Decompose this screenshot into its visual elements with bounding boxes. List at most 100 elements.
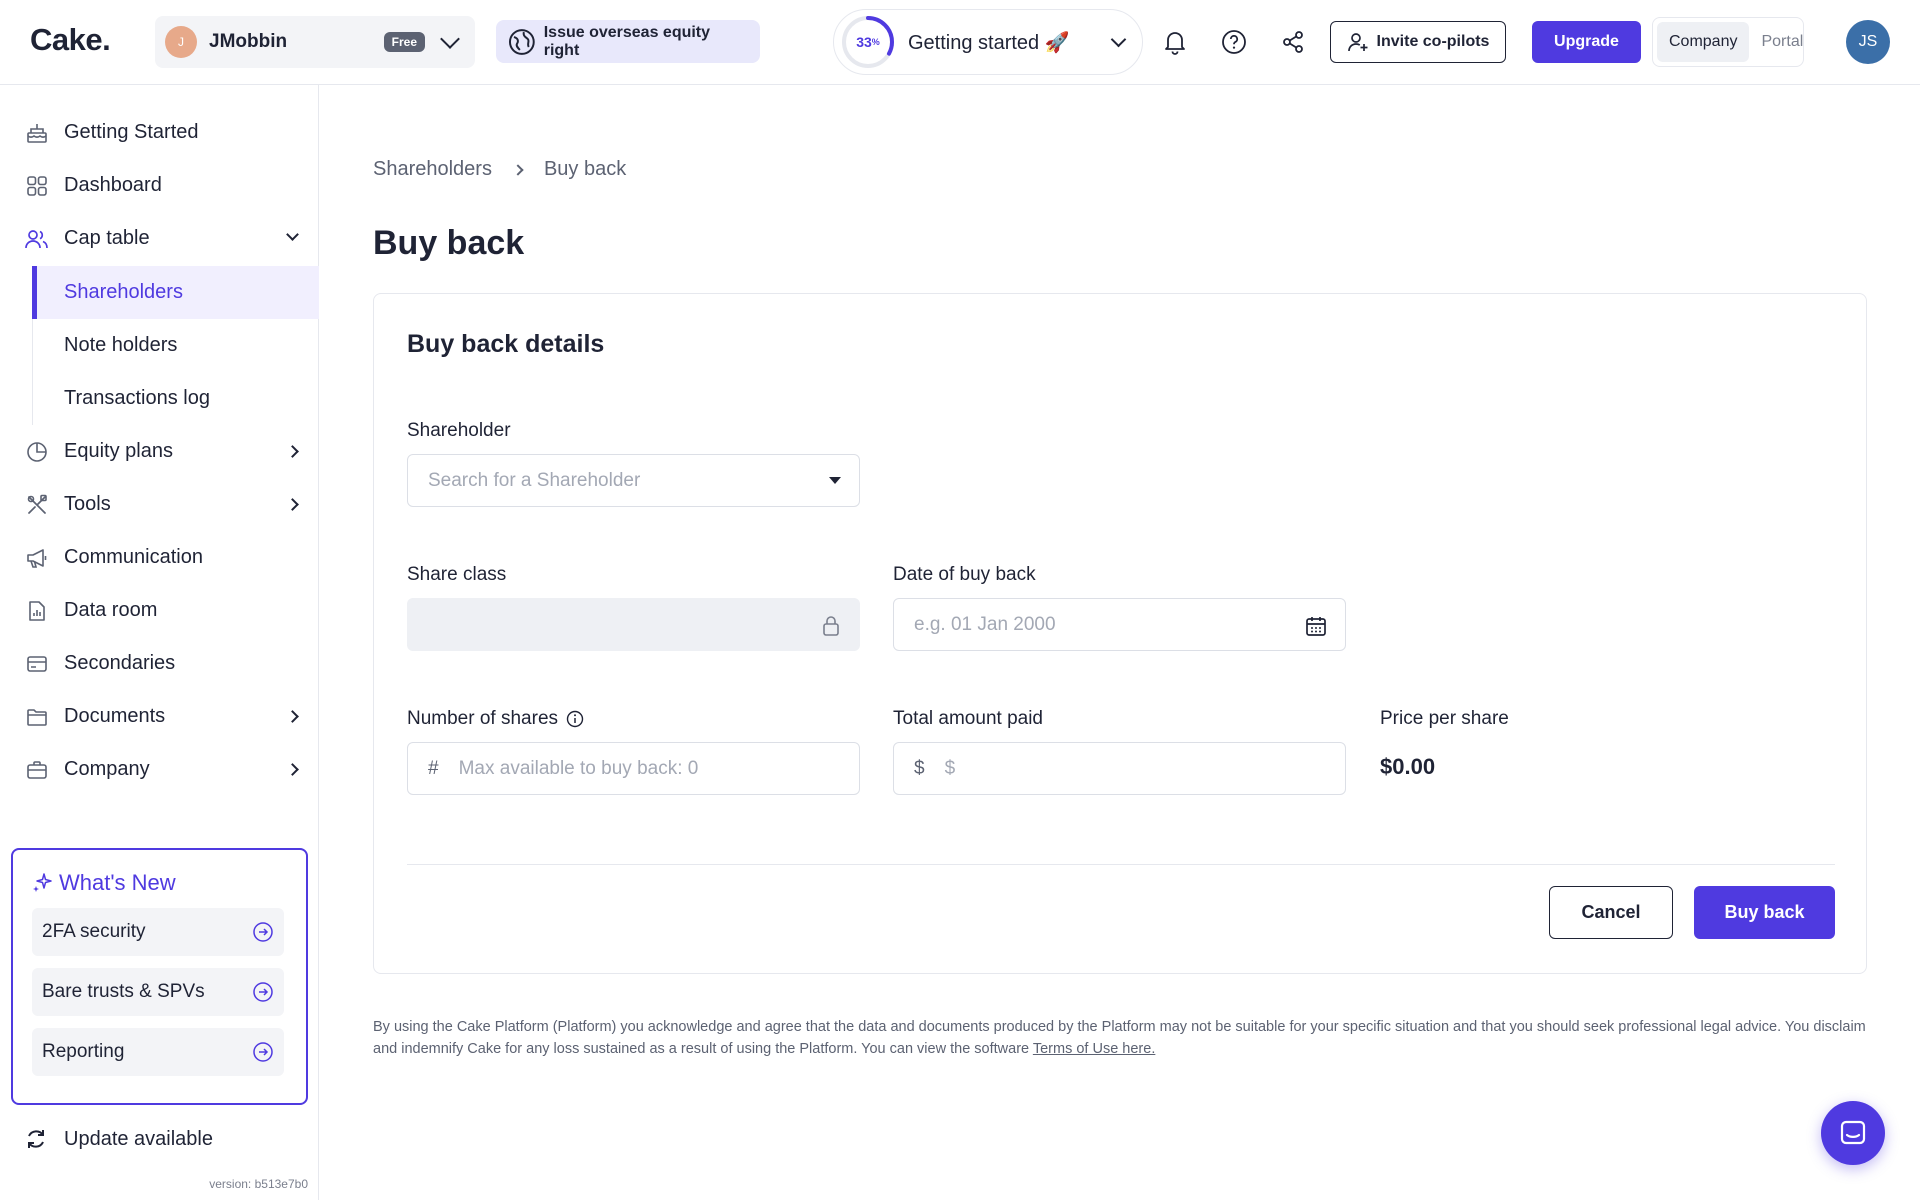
share-class-field	[407, 598, 860, 651]
amount-input[interactable]: $ $	[893, 742, 1346, 795]
progress-ring: 33%	[840, 14, 896, 70]
sidebar-item-label: Equity plans	[64, 440, 173, 462]
info-icon[interactable]	[566, 710, 584, 728]
whats-new-item[interactable]: Bare trusts & SPVs	[32, 968, 284, 1016]
buy-back-button[interactable]: Buy back	[1694, 886, 1835, 939]
progress-text: 33%	[856, 34, 880, 50]
megaphone-icon	[24, 545, 50, 571]
refresh-icon	[28, 1130, 44, 1148]
whats-new-item[interactable]: Reporting	[32, 1028, 284, 1076]
globe-icon	[508, 28, 535, 55]
chevron-right-icon	[512, 163, 524, 176]
breadcrumb-shareholders[interactable]: Shareholders	[373, 158, 492, 181]
sidebar-item-note-holders[interactable]: Note holders	[32, 319, 319, 372]
sidebar-item-label: Dashboard	[64, 174, 162, 196]
chevron-right-icon	[286, 445, 299, 458]
page-title: Buy back	[373, 224, 525, 262]
sidebar-item-secondaries[interactable]: Secondaries	[0, 637, 319, 690]
sidebar-item-label: Communication	[64, 546, 203, 568]
calendar-icon[interactable]	[1305, 615, 1327, 643]
card-icon	[24, 651, 50, 677]
tools-icon	[24, 492, 50, 518]
update-available[interactable]: Update available	[24, 1127, 213, 1151]
cancel-button[interactable]: Cancel	[1549, 886, 1673, 939]
version-label: version: b513e7b0	[209, 1177, 308, 1191]
share-class-label: Share class	[407, 564, 507, 585]
share-icon[interactable]	[1278, 27, 1308, 57]
sidebar-item-getting-started[interactable]: Getting Started	[0, 106, 319, 159]
chevron-down-icon	[286, 228, 299, 241]
chevron-right-icon	[286, 498, 299, 511]
view-toggle: Company Portal	[1652, 17, 1804, 67]
shares-input[interactable]: # Max available to buy back: 0	[407, 742, 860, 795]
sidebar-item-cap-table[interactable]: Cap table	[0, 212, 319, 265]
invite-label: Invite co-pilots	[1376, 33, 1490, 50]
getting-started-dropdown[interactable]: 33% Getting started 🚀	[833, 9, 1143, 75]
plan-badge: Free	[383, 32, 425, 52]
hash-prefix: #	[428, 757, 439, 779]
shareholder-label: Shareholder	[407, 420, 511, 441]
invite-copilots-button[interactable]: Invite co-pilots	[1330, 21, 1506, 63]
announcement-text: Issue overseas equity right	[543, 23, 711, 59]
chevron-right-icon	[286, 710, 299, 723]
chevron-right-icon	[286, 763, 299, 776]
arrow-circle-right-icon	[253, 1042, 273, 1062]
price-per-share-value: $0.00	[1380, 754, 1436, 779]
sidebar-item-equity-plans[interactable]: Equity plans	[0, 425, 319, 478]
sidebar-item-dashboard[interactable]: Dashboard	[0, 159, 319, 212]
getting-started-label: Getting started 🚀	[908, 31, 1070, 54]
chat-button[interactable]	[1821, 1101, 1885, 1165]
lock-icon	[821, 615, 841, 643]
amount-placeholder: $	[944, 757, 956, 779]
sidebar-item-shareholders[interactable]: Shareholders	[32, 266, 319, 319]
grid-icon	[24, 173, 50, 199]
sidebar-item-company[interactable]: Company	[0, 743, 319, 796]
sidebar-item-tools[interactable]: Tools	[0, 478, 319, 531]
sidebar-item-label: Cap table	[64, 227, 150, 249]
announcement-pill[interactable]: Issue overseas equity right	[496, 20, 760, 63]
cake-logo[interactable]: Cake.	[30, 22, 111, 58]
currency-prefix: $	[914, 757, 925, 779]
sidebar-item-transactions-log[interactable]: Transactions log	[32, 372, 319, 425]
buy-back-form-card: Buy back details Shareholder Search for …	[373, 293, 1867, 974]
breadcrumb: Shareholders Buy back	[373, 158, 626, 181]
whats-new-title: What's New	[31, 870, 286, 896]
sidebar-item-label: Documents	[64, 705, 166, 727]
company-avatar: J	[165, 26, 197, 58]
toggle-portal[interactable]: Portal	[1749, 22, 1815, 62]
upgrade-button[interactable]: Upgrade	[1532, 21, 1641, 63]
terms-of-use-link[interactable]: Terms of Use here.	[1033, 1041, 1156, 1057]
bell-icon[interactable]	[1160, 27, 1190, 57]
help-icon[interactable]	[1219, 27, 1249, 57]
shareholder-placeholder: Search for a Shareholder	[428, 469, 641, 491]
document-chart-icon	[24, 598, 50, 624]
company-name: JMobbin	[209, 31, 288, 52]
sidebar-item-label: Data room	[64, 599, 158, 621]
shares-placeholder: Max available to buy back: 0	[458, 757, 699, 779]
toggle-company[interactable]: Company	[1657, 22, 1750, 62]
arrow-circle-right-icon	[253, 982, 273, 1002]
sidebar-item-label: Company	[64, 758, 150, 780]
whats-new-panel: What's New 2FA security Bare trusts & SP…	[11, 848, 308, 1105]
divider	[407, 864, 1835, 865]
sidebar-item-communication[interactable]: Communication	[0, 531, 319, 584]
company-switcher[interactable]: J JMobbin Free	[155, 16, 475, 68]
date-input[interactable]: e.g. 01 Jan 2000	[893, 598, 1346, 651]
users-icon	[24, 226, 50, 252]
breadcrumb-current: Buy back	[543, 158, 627, 180]
shares-label: Number of shares	[407, 708, 584, 730]
user-avatar[interactable]: JS	[1846, 20, 1890, 64]
arrow-circle-right-icon	[253, 922, 273, 942]
sparkle-icon	[33, 873, 52, 892]
cake-icon	[24, 120, 50, 146]
chevron-down-icon	[440, 29, 460, 49]
whats-new-item[interactable]: 2FA security	[32, 908, 284, 956]
price-per-share-label: Price per share	[1380, 708, 1509, 729]
shareholder-select[interactable]: Search for a Shareholder	[407, 454, 860, 507]
user-plus-icon	[1347, 33, 1368, 52]
sidebar-item-documents[interactable]: Documents	[0, 690, 319, 743]
pie-chart-icon	[24, 439, 50, 465]
sidebar-item-label: Tools	[64, 493, 111, 515]
sidebar-item-data-room[interactable]: Data room	[0, 584, 319, 637]
sidebar-item-label: Secondaries	[64, 652, 176, 674]
